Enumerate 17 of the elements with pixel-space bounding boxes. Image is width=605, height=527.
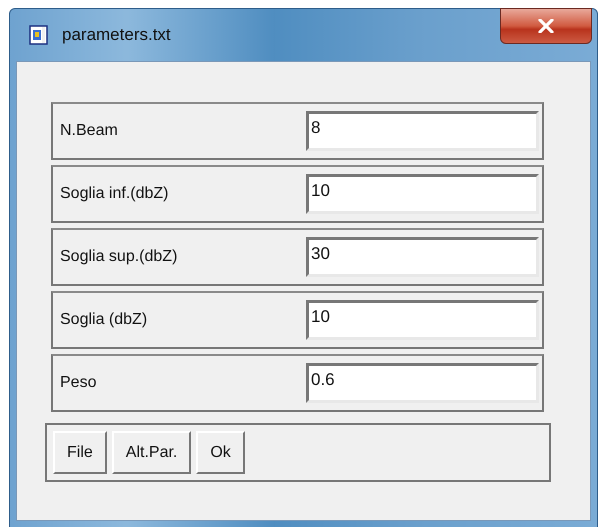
dialog-button[interactable]: Alt.Par. <box>112 431 192 474</box>
input-field[interactable]: 0.6 <box>306 363 539 403</box>
field-label: Soglia (dbZ) <box>60 311 148 329</box>
input-field[interactable]: 10 <box>306 300 539 340</box>
close-icon <box>538 19 554 33</box>
input-field[interactable]: 10 <box>306 174 539 214</box>
dialog-button[interactable]: Ok <box>196 431 245 474</box>
field-label: N.Beam <box>60 122 119 140</box>
field-label: Peso <box>60 374 98 392</box>
close-button[interactable] <box>500 8 592 44</box>
field-label: Soglia inf.(dbZ) <box>60 185 170 203</box>
input-field[interactable]: 30 <box>306 237 539 277</box>
document-icon <box>28 24 50 46</box>
window-title: parameters.txt <box>62 25 171 45</box>
input-field[interactable]: 8 <box>306 111 539 151</box>
dialog-button[interactable]: File <box>53 431 107 474</box>
field-label: Soglia sup.(dbZ) <box>60 248 178 266</box>
